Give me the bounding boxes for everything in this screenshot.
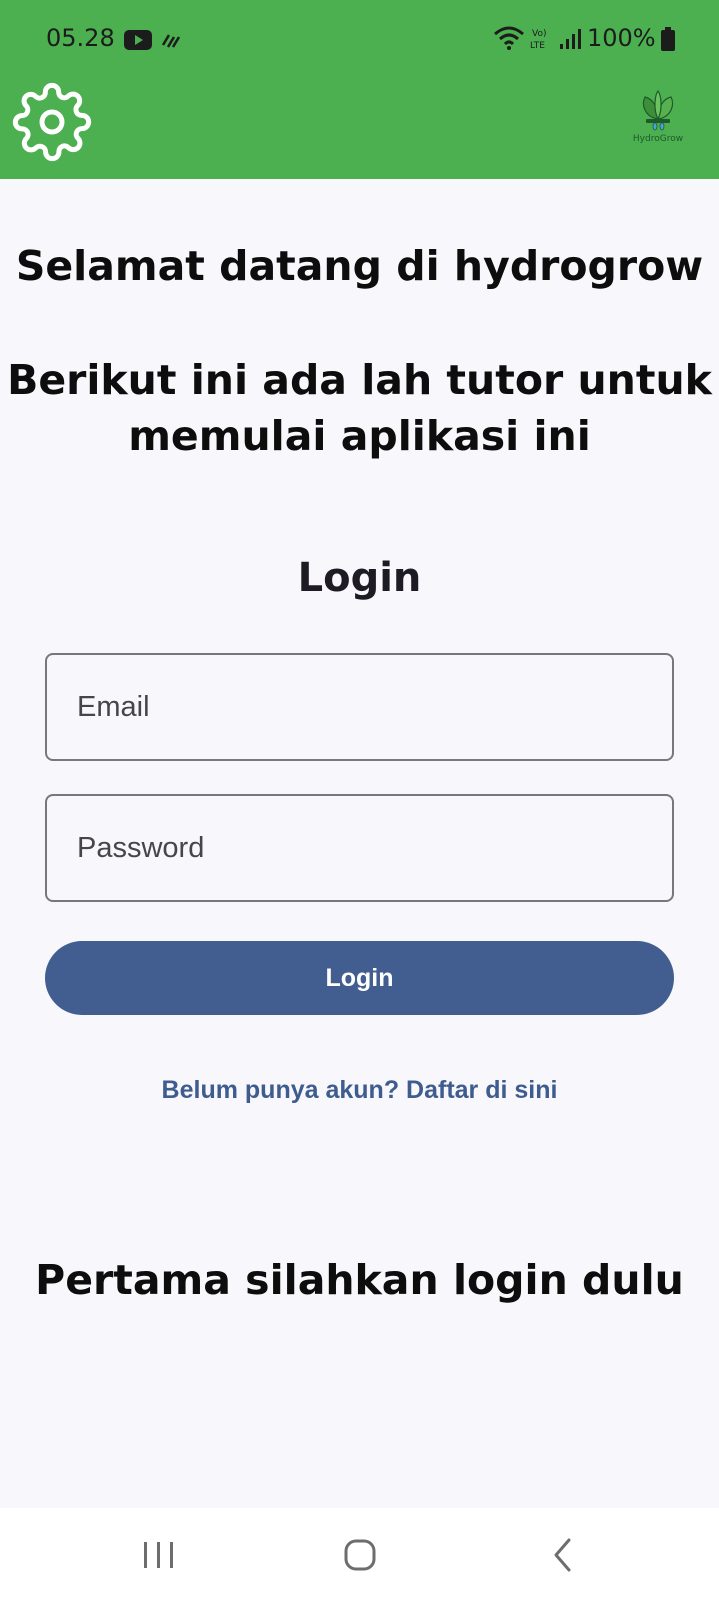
screen: 05.28 Vo) LTE 100% HydroGrow Selamat dat… <box>0 0 719 1600</box>
battery-percent: 100% <box>587 24 656 52</box>
back-button[interactable] <box>533 1530 593 1578</box>
recents-button[interactable] <box>129 1530 189 1578</box>
plant-icon <box>642 89 674 131</box>
navigation-bar <box>0 1508 719 1600</box>
svg-text:Vo): Vo) <box>532 29 546 39</box>
home-button[interactable] <box>330 1530 390 1578</box>
login-button[interactable]: Login <box>45 941 674 1015</box>
password-field[interactable] <box>45 794 674 902</box>
settings-button[interactable] <box>12 82 92 162</box>
status-bar: 05.28 Vo) LTE 100% <box>0 0 719 80</box>
email-field[interactable] <box>45 653 674 761</box>
youtube-icon <box>124 30 152 50</box>
logo-text: HydroGrow <box>632 134 684 144</box>
battery-icon <box>661 27 675 51</box>
register-link[interactable]: Belum punya akun? Daftar di sini <box>0 1076 719 1105</box>
home-icon <box>344 1539 376 1571</box>
signal-icon <box>560 29 581 49</box>
login-hint: Pertama silahkan login dulu <box>35 1256 684 1304</box>
data-activity-icon <box>161 34 181 48</box>
back-icon <box>554 1538 571 1572</box>
welcome-heading: Selamat datang di hydrogrow <box>15 242 704 290</box>
svg-text:LTE: LTE <box>530 41 545 51</box>
status-time: 05.28 <box>46 24 115 52</box>
tutor-heading: Berikut ini ada lah tutor untuk memulai … <box>0 352 719 464</box>
recents-icon <box>144 1542 173 1568</box>
app-header: 05.28 Vo) LTE 100% HydroGrow <box>0 0 719 179</box>
app-logo: HydroGrow <box>629 89 687 149</box>
login-title: Login <box>297 555 422 601</box>
tutor-line-1: Berikut ini ada lah tutor untuk <box>7 356 712 404</box>
gear-icon <box>12 82 92 162</box>
wifi-icon <box>494 26 524 50</box>
volte-icon: Vo) LTE <box>530 29 546 51</box>
tutor-line-2: memulai aplikasi ini <box>128 412 591 460</box>
